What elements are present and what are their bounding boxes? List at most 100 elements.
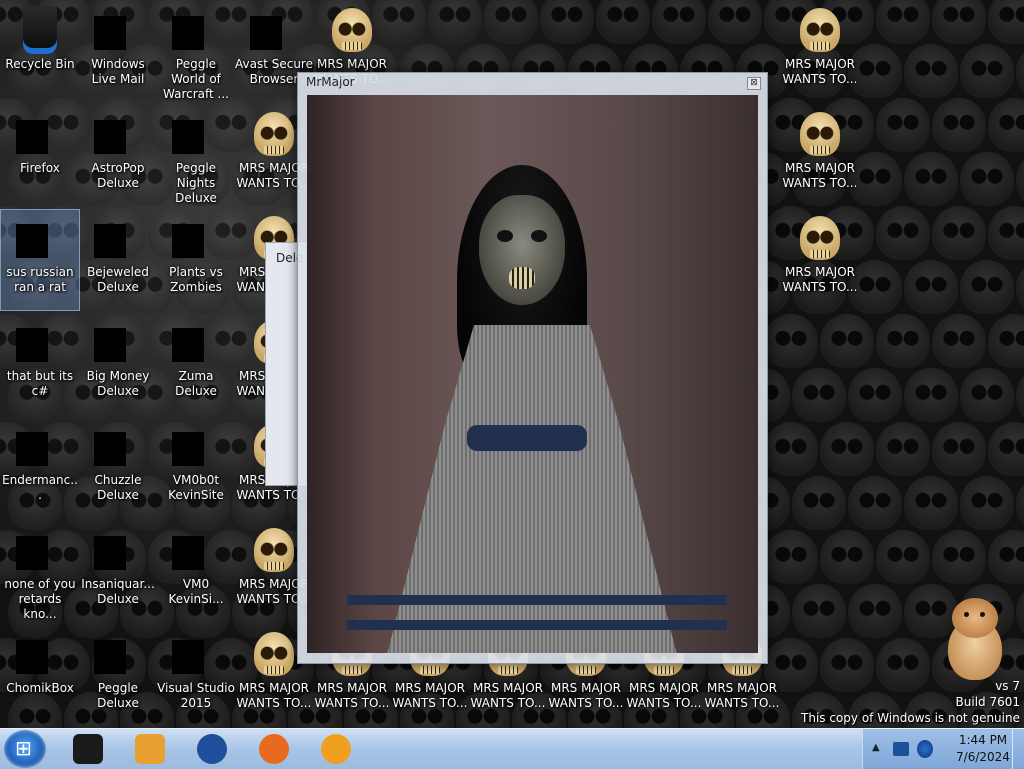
desktop-icon[interactable]: Recycle Bin: [1, 2, 79, 102]
wallpaper-skull: [988, 98, 1024, 152]
wallpaper-skull: [820, 530, 874, 584]
app-icon: [94, 110, 142, 158]
recycle-bin-icon: [23, 6, 57, 54]
app-icon: [172, 630, 220, 678]
desktop-icon-label: Zuma Deluxe: [175, 369, 217, 398]
desktop-icon-label: Visual Studio 2015: [157, 681, 235, 710]
wallpaper-skull: [1016, 44, 1024, 98]
desktop-icon[interactable]: Peggle World of Warcraft ...: [157, 2, 235, 102]
skull-icon: [250, 110, 298, 158]
desktop-icon-label: Windows Live Mail: [91, 57, 145, 86]
desktop-icon[interactable]: Windows Live Mail: [79, 2, 157, 102]
desktop-icon-label: Plants vs Zombies: [169, 265, 223, 294]
wallpaper-skull: [988, 530, 1024, 584]
wallpaper-skull: [960, 152, 1014, 206]
app-icon: [16, 526, 64, 574]
network-icon[interactable]: [893, 742, 909, 756]
start-button[interactable]: [4, 730, 46, 768]
desktop-icon-label: VM0b0t KevinSite: [168, 473, 224, 502]
clock-time: 1:44 PM: [958, 733, 1008, 747]
taskbar-avast-browser-icon: [321, 734, 351, 764]
app-icon: [94, 526, 142, 574]
desktop-icon[interactable]: Endermanc...: [1, 418, 79, 518]
wallpaper-skull: [960, 476, 1014, 530]
close-icon[interactable]: ⊠: [747, 77, 761, 90]
wallpaper-skull: [708, 0, 762, 44]
desktop-icon[interactable]: that but its c#: [1, 314, 79, 414]
wallpaper-skull: [764, 314, 818, 368]
wallpaper-skull: [904, 476, 958, 530]
app-icon: [94, 214, 142, 262]
wallpaper-skull: [932, 206, 986, 260]
wallpaper-skull: [820, 422, 874, 476]
wallpaper-skull: [988, 0, 1024, 44]
app-icon: [250, 6, 298, 54]
wallpaper-skull: [1016, 260, 1024, 314]
wallpaper-skull: [932, 0, 986, 44]
app-icon: [16, 630, 64, 678]
wallpaper-skull: [792, 584, 846, 638]
taskbar-firefox-icon: [259, 734, 289, 764]
desktop-icon-label: MRS MAJOR WANTS TO...: [704, 681, 780, 710]
desktop-icon[interactable]: MRS MAJOR WANTS TO...: [781, 210, 859, 310]
wallpaper-skull: [848, 584, 902, 638]
wallpaper-skull: [988, 422, 1024, 476]
desktop-icon-label: sus russian ran a rat: [6, 265, 74, 294]
desktop-icon[interactable]: VM0b0t KevinSite: [157, 418, 235, 518]
desktop-icon[interactable]: Big Money Deluxe: [79, 314, 157, 414]
desktop-icon[interactable]: MRS MAJOR WANTS TO...: [781, 106, 859, 206]
wallpaper-skull: [1016, 476, 1024, 530]
taskbar-globe[interactable]: [186, 732, 238, 766]
skull-icon: [328, 6, 376, 54]
desktop-icon-label: MRS MAJOR WANTS TO...: [626, 681, 702, 710]
os-version-text: vs 7: [995, 679, 1020, 693]
desktop-icon[interactable]: AstroPop Deluxe: [79, 106, 157, 206]
app-icon: [16, 110, 64, 158]
desktop-icon[interactable]: ChomikBox: [1, 626, 79, 726]
taskbar-media-player-icon: [135, 734, 165, 764]
desktop-icon[interactable]: Bejeweled Deluxe: [79, 210, 157, 310]
wallpaper-skull: [848, 368, 902, 422]
creepy-doll-image: [307, 95, 758, 653]
wallpaper-skull: [792, 476, 846, 530]
desktop-icon-label: MRS MAJOR WANTS TO...: [314, 681, 390, 710]
skull-icon: [796, 110, 844, 158]
taskbar-firefox[interactable]: [248, 732, 300, 766]
taskbar-avast-browser[interactable]: [310, 732, 362, 766]
wallpaper-skull: [904, 368, 958, 422]
taskbar-media-player[interactable]: [124, 732, 176, 766]
volume-icon[interactable]: [917, 740, 933, 758]
skull-icon: [796, 6, 844, 54]
wallpaper-skull: [876, 530, 930, 584]
desktop-icon[interactable]: sus russian ran a rat: [0, 209, 80, 311]
desktop[interactable]: Recycle Bin Firefox sus russian ran a rat t…: [0, 0, 1024, 728]
app-icon: [94, 630, 142, 678]
build-text: Build 7601: [955, 695, 1020, 709]
clock[interactable]: 1:44 PM 7/6/2024: [943, 732, 1023, 766]
desktop-icon[interactable]: VM0 KevinSi...: [157, 522, 235, 622]
app-icon: [16, 318, 64, 366]
genuine-watermark: vs 7 Build 7601 This copy of Windows is …: [801, 678, 1020, 726]
desktop-icon[interactable]: MRS MAJOR WANTS TO...: [781, 2, 859, 102]
desktop-icon[interactable]: Visual Studio 2015: [157, 626, 235, 726]
system-tray: ▲ 1:44 PM 7/6/2024: [862, 729, 1024, 769]
desktop-icon[interactable]: Insaniquar... Deluxe: [79, 522, 157, 622]
desktop-icon[interactable]: Zuma Deluxe: [157, 314, 235, 414]
desktop-icon-label: MRS MAJOR WANTS TO...: [782, 161, 858, 190]
desktop-icon[interactable]: Peggle Nights Deluxe: [157, 106, 235, 206]
wallpaper-skull: [484, 0, 538, 44]
desktop-icon[interactable]: Chuzzle Deluxe: [79, 418, 157, 518]
show-desktop-button[interactable]: [1012, 729, 1024, 769]
clock-date: 7/6/2024: [956, 750, 1010, 764]
wallpaper-skull: [960, 260, 1014, 314]
desktop-icon[interactable]: none of you retards kno...: [1, 522, 79, 622]
desktop-icon-label: VM0 KevinSi...: [168, 577, 224, 606]
taskbar-terminal[interactable]: [62, 732, 114, 766]
desktop-icon[interactable]: Firefox: [1, 106, 79, 206]
desktop-icon[interactable]: Peggle Deluxe: [79, 626, 157, 726]
app-icon: [172, 318, 220, 366]
tray-expand-icon[interactable]: ▲: [872, 742, 880, 753]
wallpaper-skull: [820, 314, 874, 368]
desktop-icon[interactable]: Plants vs Zombies: [157, 210, 235, 310]
mrmajor-window[interactable]: MrMajor ⊠: [297, 72, 768, 664]
